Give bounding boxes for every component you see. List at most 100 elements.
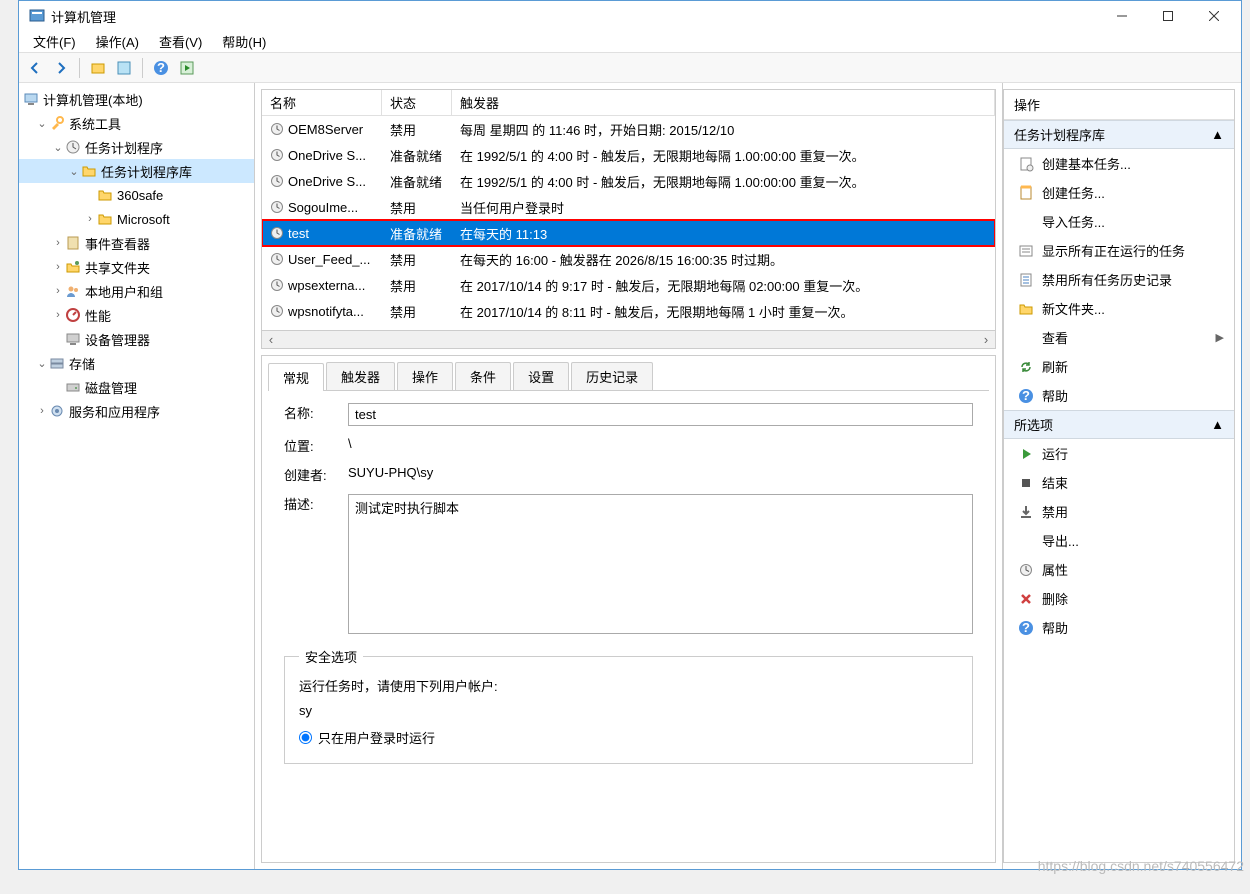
back-button[interactable] (23, 56, 47, 80)
task-row[interactable]: User_Feed_...禁用在每天的 16:00 - 触发器在 2026/8/… (262, 246, 995, 272)
scroll-left-icon[interactable]: ‹ (262, 332, 280, 347)
action-label: 刷新 (1042, 357, 1068, 376)
tab-history[interactable]: 历史记录 (571, 362, 653, 390)
horizontal-scrollbar[interactable]: ‹ › (262, 330, 995, 348)
task-row[interactable]: OneDrive S...准备就绪在 1992/5/1 的 4:00 时 - 触… (262, 168, 995, 194)
col-status[interactable]: 状态 (382, 90, 452, 116)
scroll-right-icon[interactable]: › (977, 332, 995, 347)
action-item[interactable]: 刷新 (1004, 352, 1234, 381)
menu-file[interactable]: 文件(F) (23, 30, 86, 53)
tree-shared-folders[interactable]: › 共享文件夹 (19, 255, 254, 279)
help-button[interactable]: ? (149, 56, 173, 80)
security-legend: 安全选项 (299, 647, 363, 666)
task-row[interactable]: OEM8Server禁用每周 星期四 的 11:46 时，开始日期: 2015/… (262, 116, 995, 142)
action-item[interactable]: 结束 (1004, 468, 1234, 497)
action-section-library[interactable]: 任务计划程序库 ▲ (1004, 120, 1234, 149)
computer-icon (23, 91, 39, 107)
expander-icon[interactable]: › (83, 213, 97, 225)
watermark: https://blog.csdn.net/s740556472 (1038, 858, 1244, 874)
menu-view[interactable]: 查看(V) (149, 30, 212, 53)
task-status: 禁用 (382, 274, 452, 297)
svg-text:?: ? (157, 60, 165, 75)
expander-icon[interactable]: › (51, 237, 65, 249)
expander-icon[interactable]: ⌄ (35, 357, 49, 370)
tree-storage[interactable]: ⌄ 存储 (19, 351, 254, 375)
tab-conditions[interactable]: 条件 (455, 362, 511, 390)
tree-microsoft[interactable]: › Microsoft (19, 207, 254, 231)
expander-icon[interactable]: › (51, 285, 65, 297)
tree-task-library[interactable]: ⌄ 任务计划程序库 (19, 159, 254, 183)
task-trigger: 每周 星期四 的 11:46 时，开始日期: 2015/12/10 (452, 118, 995, 141)
tab-content-general: 名称: 位置: \ 创建者: SUYU-PHQ\sy 描述: (268, 390, 989, 776)
task-row[interactable]: test准备就绪在每天的 11:13 (262, 220, 995, 246)
task-row[interactable]: wpsexterna...禁用在 2017/10/14 的 9:17 时 - 触… (262, 272, 995, 298)
desc-textarea[interactable] (348, 494, 973, 634)
tree-panel[interactable]: 计算机管理(本地) ⌄ 系统工具 ⌄ 任务计划程序 ⌄ 任务计划程序库 360s… (19, 83, 255, 869)
expander-icon[interactable]: › (35, 405, 49, 417)
col-name[interactable]: 名称 (262, 90, 382, 116)
collapse-icon[interactable]: ▲ (1211, 127, 1224, 142)
tree-performance[interactable]: › 性能 (19, 303, 254, 327)
action-item[interactable]: 显示所有正在运行的任务 (1004, 236, 1234, 265)
maximize-button[interactable] (1145, 1, 1191, 31)
menu-action[interactable]: 操作(A) (86, 30, 149, 53)
action-item[interactable]: ?帮助 (1004, 381, 1234, 410)
action-section-selected[interactable]: 所选项 ▲ (1004, 410, 1234, 439)
run-button[interactable] (175, 56, 199, 80)
action-item[interactable]: 运行 (1004, 439, 1234, 468)
perf-icon (65, 307, 81, 323)
tab-settings[interactable]: 设置 (513, 362, 569, 390)
tree-local-users[interactable]: › 本地用户和组 (19, 279, 254, 303)
action-label: 新文件夹... (1042, 299, 1105, 318)
action-item[interactable]: 禁用 (1004, 497, 1234, 526)
task-row[interactable]: OneDrive S...准备就绪在 1992/5/1 的 4:00 时 - 触… (262, 142, 995, 168)
tab-triggers[interactable]: 触发器 (326, 362, 395, 390)
radio-logged-on-label: 只在用户登录时运行 (318, 728, 435, 747)
action-item[interactable]: 属性 (1004, 555, 1234, 584)
tree-360safe[interactable]: 360safe (19, 183, 254, 207)
task-status: 禁用 (382, 300, 452, 323)
action-item[interactable]: ?帮助 (1004, 613, 1234, 642)
action-item[interactable]: 禁用所有任务历史记录 (1004, 265, 1234, 294)
collapse-icon[interactable]: ▲ (1211, 417, 1224, 432)
expander-icon[interactable]: ⌄ (51, 141, 65, 154)
toolbar: ? (19, 53, 1241, 83)
up-button[interactable] (86, 56, 110, 80)
task-row[interactable]: SogouIme...禁用当任何用户登录时 (262, 194, 995, 220)
task-list-scroll[interactable]: 名称 状态 触发器 OEM8Server禁用每周 星期四 的 11:46 时，开… (262, 90, 995, 330)
expander-icon[interactable]: ⌄ (67, 165, 81, 178)
tree-device-manager[interactable]: 设备管理器 (19, 327, 254, 351)
task-row[interactable]: wpsnotifyta...禁用在 2017/10/14 的 8:11 时 - … (262, 298, 995, 324)
close-button[interactable] (1191, 1, 1237, 31)
tree-event-viewer[interactable]: › 事件查看器 (19, 231, 254, 255)
expander-icon[interactable]: › (51, 261, 65, 273)
action-item[interactable]: 创建基本任务... (1004, 149, 1234, 178)
tree-disk-mgmt[interactable]: 磁盘管理 (19, 375, 254, 399)
action-item[interactable]: 查看▶ (1004, 323, 1234, 352)
radio-logged-on[interactable] (299, 731, 312, 744)
tree-task-scheduler[interactable]: ⌄ 任务计划程序 (19, 135, 254, 159)
action-item[interactable]: 导入任务... (1004, 207, 1234, 236)
action-item[interactable]: 导出... (1004, 526, 1234, 555)
tree-services-apps[interactable]: › 服务和应用程序 (19, 399, 254, 423)
action-label: 导出... (1042, 531, 1079, 550)
tab-actions[interactable]: 操作 (397, 362, 453, 390)
tree-root[interactable]: 计算机管理(本地) (19, 87, 254, 111)
expander-icon[interactable]: › (51, 309, 65, 321)
action-icon (1018, 591, 1034, 607)
minimize-button[interactable] (1099, 1, 1145, 31)
forward-button[interactable] (49, 56, 73, 80)
detail-scroll[interactable]: 常规 触发器 操作 条件 设置 历史记录 名称: 位置: (262, 356, 995, 862)
col-trigger[interactable]: 触发器 (452, 90, 995, 116)
name-input[interactable] (348, 403, 973, 426)
action-icon (1018, 214, 1034, 230)
action-item[interactable]: 删除 (1004, 584, 1234, 613)
action-item[interactable]: 新文件夹... (1004, 294, 1234, 323)
shared-icon (65, 259, 81, 275)
tree-systools[interactable]: ⌄ 系统工具 (19, 111, 254, 135)
action-item[interactable]: 创建任务... (1004, 178, 1234, 207)
expander-icon[interactable]: ⌄ (35, 117, 49, 130)
properties-button[interactable] (112, 56, 136, 80)
tab-general[interactable]: 常规 (268, 363, 324, 391)
menu-help[interactable]: 帮助(H) (212, 30, 276, 53)
